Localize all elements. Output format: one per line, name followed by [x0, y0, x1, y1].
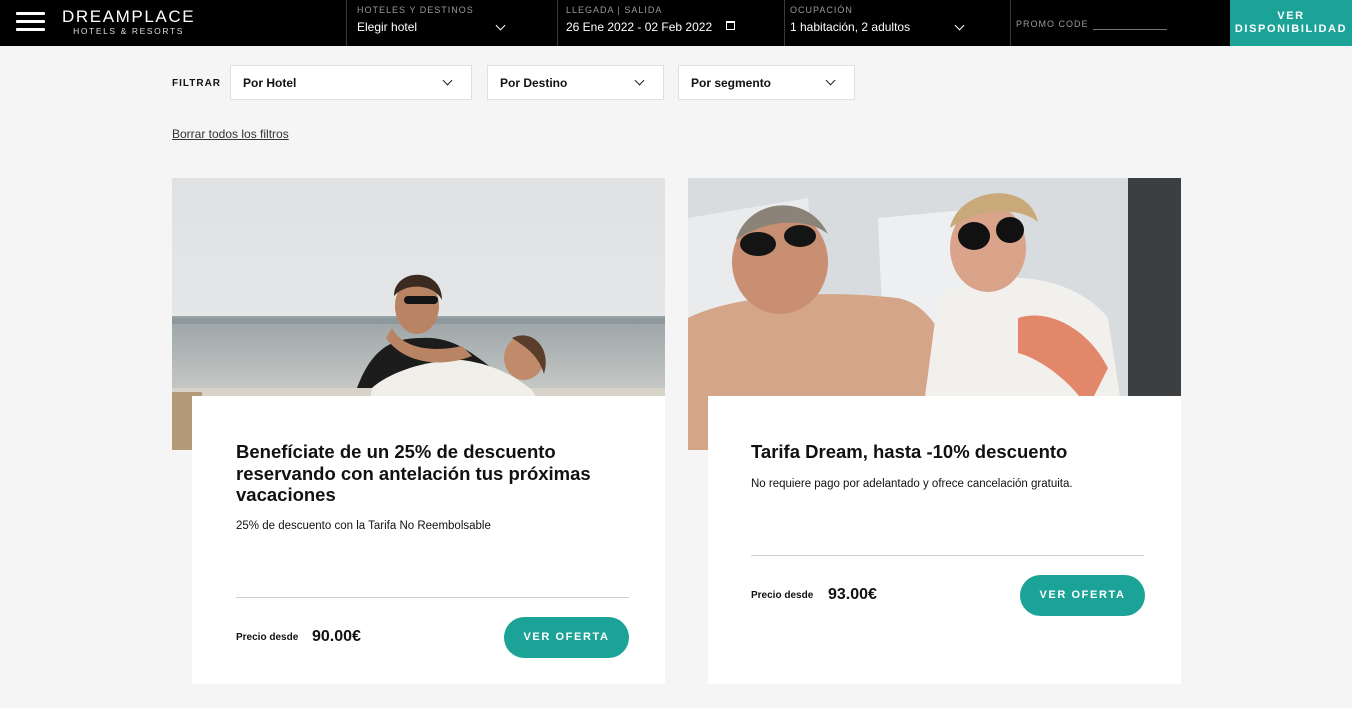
menu-icon[interactable]	[16, 12, 45, 32]
price-from-label: Precio desde	[751, 590, 814, 601]
hotel-selector[interactable]: HOTELES Y DESTINOS Elegir hotel	[346, 0, 558, 46]
occupancy-selector[interactable]: OCUPACIÓN 1 habitación, 2 adultos	[784, 0, 1011, 46]
filter-by-destination-select[interactable]: Por Destino	[487, 65, 664, 100]
offer-title: Benefíciate de un 25% de descuento reser…	[236, 441, 591, 505]
brand-subtitle: HOTELS & RESORTS	[73, 26, 185, 36]
offer-card: Benefíciate de un 25% de descuento reser…	[192, 396, 665, 684]
chevron-down-icon	[442, 75, 453, 86]
promo-code-label: PROMO CODE	[1016, 19, 1089, 29]
filter-by-hotel-value: Por Hotel	[243, 76, 297, 90]
dates-selector[interactable]: LLEGADA | SALIDA 26 Ene 2022 - 02 Feb 20…	[557, 0, 785, 46]
hotel-selector-label: HOTELES Y DESTINOS	[357, 5, 474, 15]
promo-code-field: PROMO CODE	[1010, 0, 1230, 46]
filter-by-destination-value: Por Destino	[500, 76, 568, 90]
calendar-icon	[726, 21, 735, 30]
filter-label: FILTRAR	[172, 78, 222, 89]
offer-card: Tarifa Dream, hasta -10% descuento No re…	[708, 396, 1181, 684]
offer-price: 90.00€	[312, 628, 361, 645]
brand-logo[interactable]: DREAMPLACE HOTELS & RESORTS	[62, 8, 195, 36]
check-availability-button[interactable]: VER DISPONIBILIDAD	[1230, 0, 1352, 46]
chevron-down-icon	[954, 20, 965, 31]
offer-price: 93.00€	[828, 586, 877, 603]
chevron-down-icon	[634, 75, 645, 86]
view-offer-button[interactable]: VER OFERTA	[504, 617, 629, 658]
occupancy-selector-label: OCUPACIÓN	[790, 5, 853, 15]
chevron-down-icon	[495, 20, 506, 31]
hotel-selector-value: Elegir hotel	[357, 20, 418, 34]
filter-by-segment-select[interactable]: Por segmento	[678, 65, 855, 100]
chevron-down-icon	[825, 75, 836, 86]
check-availability-label-line2: DISPONIBILIDAD	[1234, 23, 1348, 35]
divider	[236, 597, 629, 598]
offer-description: 25% de descuento con la Tarifa No Reembo…	[236, 520, 491, 532]
occupancy-selector-value: 1 habitación, 2 adultos	[790, 20, 911, 34]
top-navigation-bar: DREAMPLACE HOTELS & RESORTS HOTELES Y DE…	[0, 0, 1352, 46]
offer-description: No requiere pago por adelantado y ofrece…	[751, 478, 1073, 490]
filter-by-segment-value: Por segmento	[691, 76, 772, 90]
promo-code-underline	[1093, 29, 1167, 30]
price-from-label: Precio desde	[236, 632, 299, 643]
brand-name: DREAMPLACE	[62, 7, 196, 26]
filter-by-hotel-select[interactable]: Por Hotel	[230, 65, 472, 100]
dates-selector-value: 26 Ene 2022 - 02 Feb 2022	[566, 20, 713, 34]
check-availability-label-line1: VER	[1277, 10, 1305, 22]
promo-code-input[interactable]	[1093, 14, 1167, 28]
view-offer-button[interactable]: VER OFERTA	[1020, 575, 1145, 616]
clear-filters-link[interactable]: Borrar todos los filtros	[172, 127, 289, 141]
divider	[751, 555, 1144, 556]
offer-title: Tarifa Dream, hasta -10% descuento	[751, 441, 1068, 462]
dates-selector-label: LLEGADA | SALIDA	[566, 5, 663, 15]
